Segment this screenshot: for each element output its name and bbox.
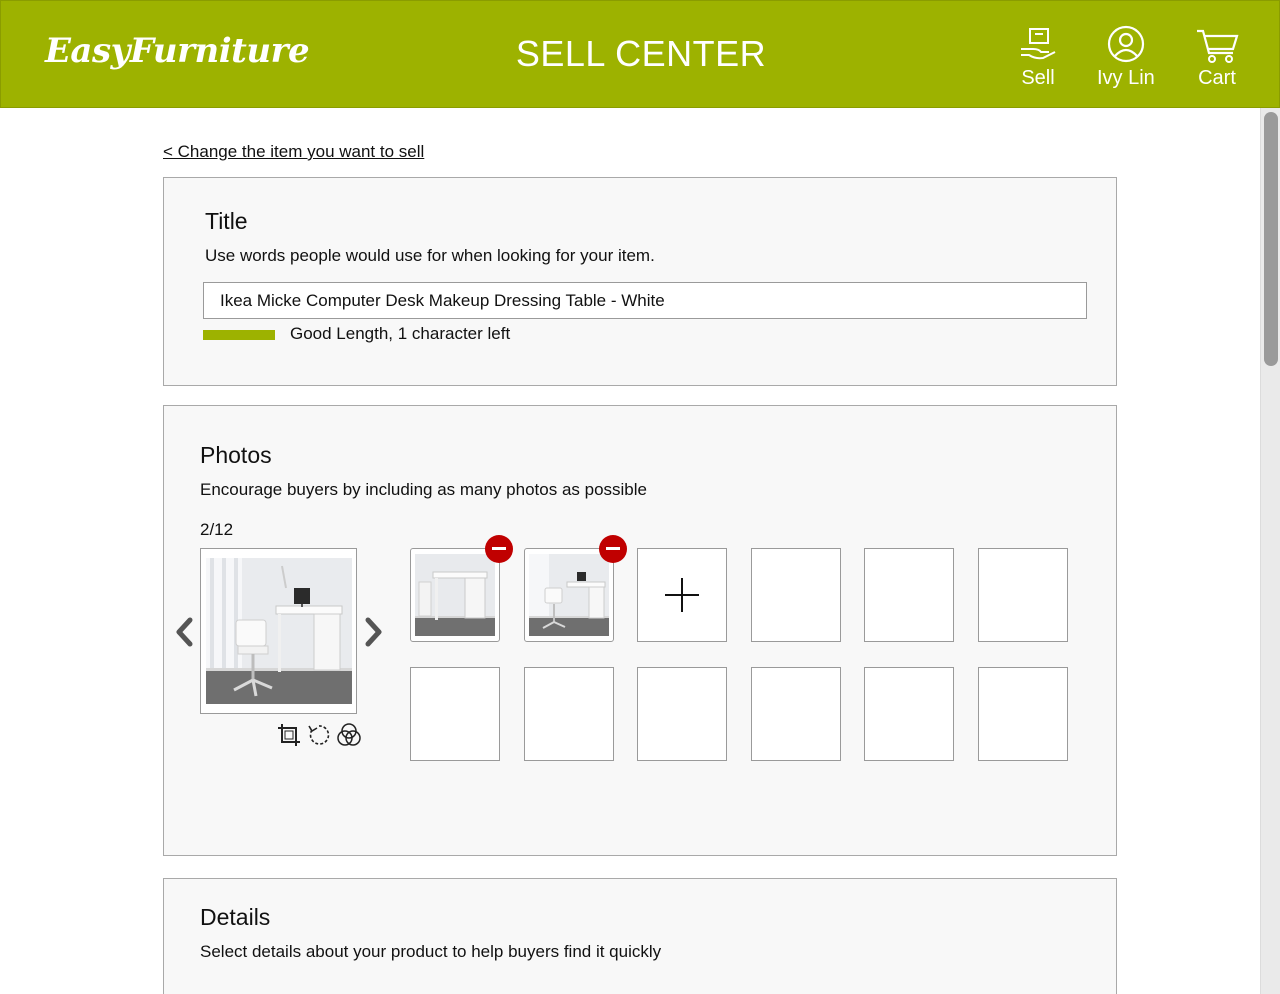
header-bar: EasyFurniture SELL CENTER Sell Ivy Lin C… (0, 0, 1280, 108)
length-indicator-bar (203, 330, 275, 340)
title-input[interactable]: Ikea Micke Computer Desk Makeup Dressing… (203, 282, 1087, 319)
crop-icon[interactable] (276, 722, 302, 748)
photo-edit-tools (276, 722, 362, 748)
empty-photo-slot[interactable] (978, 667, 1068, 761)
photos-heading: Photos (200, 442, 272, 468)
title-section: Title Use words people would use for whe… (163, 177, 1117, 386)
photos-section: Photos Encourage buyers by including as … (163, 405, 1117, 856)
nav-cart-label: Cart (1198, 67, 1236, 89)
user-icon (1107, 25, 1145, 63)
title-heading: Title (205, 208, 248, 234)
scrollbar-thumb[interactable] (1264, 112, 1278, 366)
details-heading: Details (200, 904, 271, 930)
filter-icon[interactable] (336, 722, 362, 748)
photo-slot-2[interactable] (524, 535, 627, 642)
length-status: Good Length, 1 character left (290, 324, 511, 343)
details-section: Details Select details about your produc… (163, 878, 1117, 994)
desk-chair-thumbnail (529, 554, 609, 636)
desk-photo (206, 558, 352, 704)
previous-photo-icon[interactable] (172, 616, 198, 648)
main-photo-preview[interactable] (200, 548, 357, 714)
remove-photo-1-button[interactable] (485, 535, 513, 563)
details-instruction: Select details about your product to hel… (200, 942, 662, 961)
nav-sell-button[interactable]: Sell (1015, 25, 1061, 90)
title-instruction: Use words people would use for when look… (205, 246, 655, 265)
empty-photo-slot[interactable] (751, 667, 841, 761)
nav-user-label: Ivy Lin (1097, 67, 1155, 89)
photos-instruction: Encourage buyers by including as many ph… (200, 480, 647, 499)
empty-photo-slot[interactable] (864, 548, 954, 642)
empty-photo-slot[interactable] (637, 667, 727, 761)
vertical-scrollbar[interactable] (1260, 108, 1280, 994)
next-photo-icon[interactable] (360, 616, 386, 648)
page-title: SELL CENTER (515, 33, 767, 74)
remove-photo-2-button[interactable] (599, 535, 627, 563)
nav-cart-button[interactable]: Cart (1193, 25, 1241, 90)
add-photo-button[interactable] (637, 548, 727, 642)
empty-photo-slot[interactable] (978, 548, 1068, 642)
photo-slot-1[interactable] (410, 535, 513, 642)
change-item-link[interactable]: < Change the item you want to sell (163, 142, 424, 162)
cart-icon (1197, 29, 1239, 63)
desk-thumbnail (415, 554, 495, 636)
photo-count: 2/12 (200, 520, 234, 539)
empty-photo-slot[interactable] (524, 667, 614, 761)
empty-photo-slot[interactable] (751, 548, 841, 642)
nav-user-button[interactable]: Ivy Lin (1097, 25, 1155, 90)
sell-icon (1021, 28, 1056, 60)
rotate-icon[interactable] (306, 722, 332, 748)
empty-photo-slot[interactable] (864, 667, 954, 761)
nav-sell-label: Sell (1021, 67, 1055, 89)
plus-icon (665, 578, 699, 612)
empty-photo-slot[interactable] (410, 667, 500, 761)
